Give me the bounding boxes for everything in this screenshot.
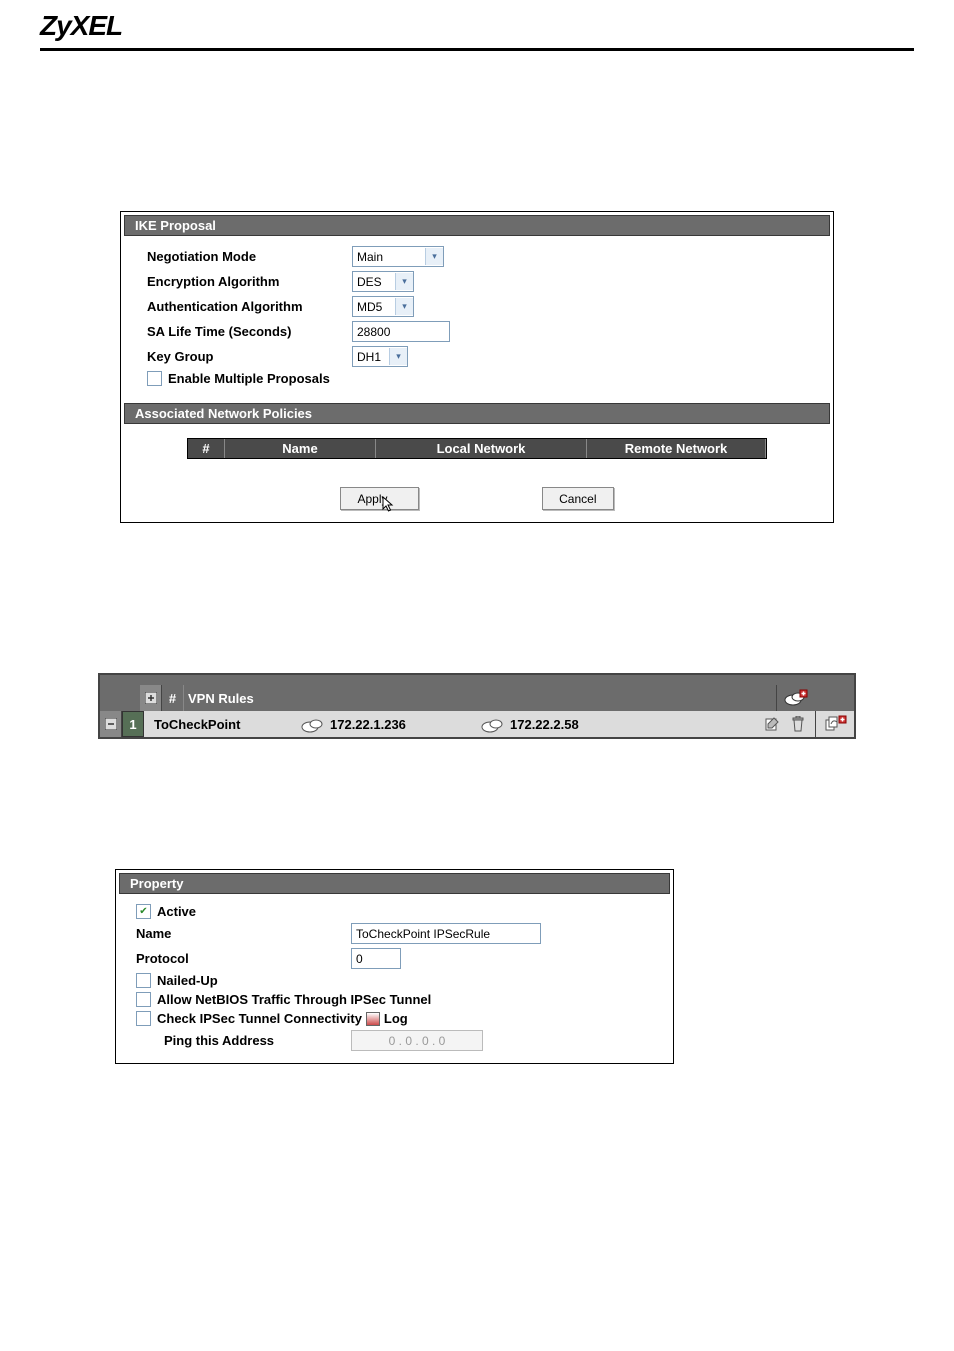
enable-multiple-checkbox[interactable] bbox=[147, 371, 162, 386]
apply-button[interactable]: Apply bbox=[340, 487, 418, 510]
vpn-add-policy-icon[interactable] bbox=[816, 711, 854, 737]
enc-alg-label: Encryption Algorithm bbox=[147, 274, 352, 289]
property-section-title: Property bbox=[119, 873, 670, 894]
cancel-button[interactable]: Cancel bbox=[542, 487, 613, 510]
vpn-add-icon[interactable] bbox=[776, 685, 814, 711]
enc-alg-value: DES bbox=[353, 275, 395, 289]
log-label: Log bbox=[384, 1011, 408, 1026]
name-input[interactable]: ToCheckPoint IPSecRule bbox=[351, 923, 541, 944]
brand-logo: ZyXEL bbox=[40, 10, 122, 42]
keygroup-select[interactable]: DH1 ▾ bbox=[352, 346, 408, 367]
active-checkbox[interactable]: ✔ bbox=[136, 904, 151, 919]
ping-address-label: Ping this Address bbox=[164, 1033, 351, 1048]
nailed-up-checkbox[interactable] bbox=[136, 973, 151, 988]
ike-section-title: IKE Proposal bbox=[124, 215, 830, 236]
neg-mode-value: Main bbox=[353, 250, 425, 264]
cloud-icon bbox=[480, 717, 506, 731]
netbios-label: Allow NetBIOS Traffic Through IPSec Tunn… bbox=[157, 992, 431, 1007]
chevron-down-icon: ▾ bbox=[425, 248, 443, 265]
assoc-col-num: # bbox=[188, 439, 225, 458]
edit-icon[interactable] bbox=[763, 715, 781, 733]
assoc-section-title: Associated Network Policies bbox=[124, 403, 830, 424]
ping-address-input: 0 . 0 . 0 . 0 bbox=[351, 1030, 483, 1051]
netbios-checkbox[interactable] bbox=[136, 992, 151, 1007]
sa-life-label: SA Life Time (Seconds) bbox=[147, 324, 352, 339]
header-divider bbox=[40, 48, 914, 51]
auth-alg-select[interactable]: MD5 ▾ bbox=[352, 296, 414, 317]
trash-icon[interactable] bbox=[789, 715, 807, 733]
keygroup-value: DH1 bbox=[353, 350, 389, 364]
assoc-table-header: # Name Local Network Remote Network bbox=[187, 438, 767, 459]
check-conn-checkbox[interactable] bbox=[136, 1011, 151, 1026]
vpn-expand-row[interactable] bbox=[100, 711, 122, 737]
property-panel: Property ✔ Active Name ToCheckPoint IPSe… bbox=[115, 869, 674, 1064]
protocol-input[interactable]: 0 bbox=[351, 948, 401, 969]
vpn-row-num: 1 bbox=[122, 711, 144, 737]
neg-mode-select[interactable]: Main ▾ bbox=[352, 246, 444, 267]
nailed-up-label: Nailed-Up bbox=[157, 973, 218, 988]
assoc-col-name: Name bbox=[225, 439, 376, 458]
auth-alg-value: MD5 bbox=[353, 300, 395, 314]
protocol-label: Protocol bbox=[136, 951, 351, 966]
chevron-down-icon: ▾ bbox=[395, 273, 413, 290]
vpn-row-local: 172.22.1.236 bbox=[294, 711, 474, 737]
vpn-row-remote-ip: 172.22.2.58 bbox=[510, 717, 579, 732]
cloud-icon bbox=[300, 717, 326, 731]
check-conn-label: Check IPSec Tunnel Connectivity bbox=[157, 1011, 362, 1026]
assoc-col-remote: Remote Network bbox=[587, 439, 766, 458]
vpn-row-name: ToCheckPoint bbox=[144, 711, 294, 737]
auth-alg-label: Authentication Algorithm bbox=[147, 299, 352, 314]
assoc-col-local: Local Network bbox=[376, 439, 587, 458]
ike-panel: IKE Proposal Negotiation Mode Main ▾ Enc… bbox=[120, 211, 834, 523]
neg-mode-label: Negotiation Mode bbox=[147, 249, 352, 264]
keygroup-label: Key Group bbox=[147, 349, 352, 364]
vpn-header-title: VPN Rules bbox=[184, 685, 776, 711]
log-indicator-icon bbox=[366, 1012, 380, 1026]
vpn-rules-panel: # VPN Rules 1 ToCheckPoint 172.22.1.236 bbox=[98, 673, 856, 739]
vpn-expand-header[interactable] bbox=[140, 685, 162, 711]
enable-multiple-label: Enable Multiple Proposals bbox=[168, 371, 330, 386]
vpn-row-local-ip: 172.22.1.236 bbox=[330, 717, 406, 732]
enc-alg-select[interactable]: DES ▾ bbox=[352, 271, 414, 292]
sa-life-input[interactable]: 28800 bbox=[352, 321, 450, 342]
cursor-icon bbox=[382, 496, 396, 517]
chevron-down-icon: ▾ bbox=[395, 298, 413, 315]
vpn-col-num: # bbox=[162, 685, 184, 711]
name-label: Name bbox=[136, 926, 351, 941]
chevron-down-icon: ▾ bbox=[389, 348, 407, 365]
active-label: Active bbox=[157, 904, 196, 919]
vpn-row-remote: 172.22.2.58 bbox=[474, 711, 654, 737]
